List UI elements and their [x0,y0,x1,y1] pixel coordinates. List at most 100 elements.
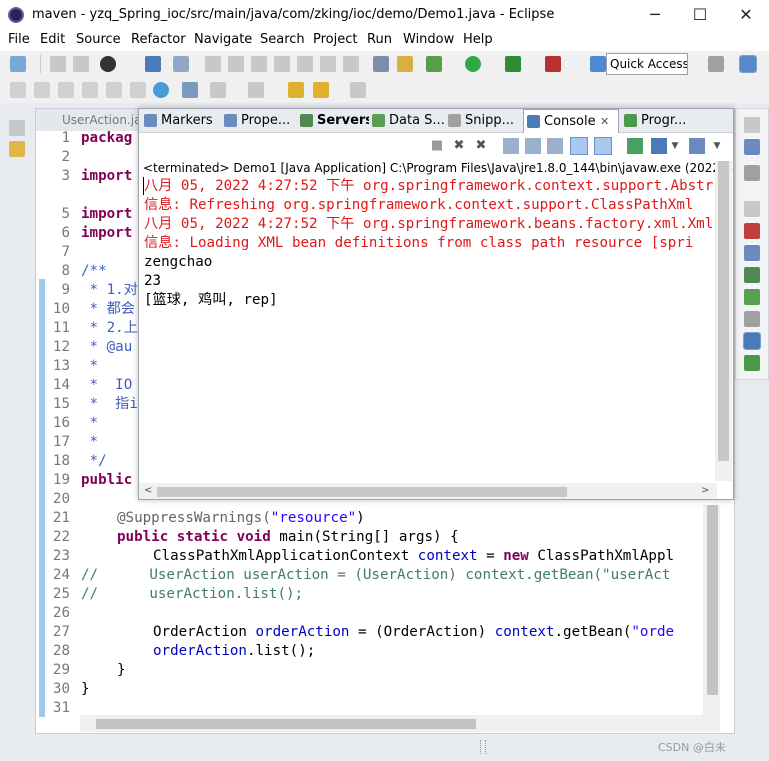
word-wrap-icon[interactable] [547,138,563,154]
use-step-filters-icon[interactable] [373,56,389,72]
chevron-down-icon[interactable]: ▼ [709,138,725,154]
java-ee-icon[interactable] [397,56,413,72]
open-console-icon[interactable] [689,138,705,154]
menu-help[interactable]: Help [463,32,493,47]
last-edit-icon[interactable] [288,82,304,98]
secondary-toolbar [0,77,769,103]
menu-refactor[interactable]: Refactor [131,32,186,47]
user-icon[interactable] [100,56,116,72]
edit-icon[interactable] [34,82,50,98]
scrollbar-thumb[interactable] [707,505,718,695]
run-icon[interactable] [465,56,481,72]
terminate-icon[interactable]: ■ [429,138,445,154]
tab-properties[interactable]: Prope... [221,109,297,133]
show-on-stdout-icon[interactable] [570,137,588,155]
markers-icon [144,114,157,127]
task-list-icon[interactable] [744,165,760,181]
java-ee-perspective-icon[interactable] [739,55,757,73]
chevron-right-icon[interactable]: > [701,485,709,496]
tab-servers[interactable]: Servers [297,109,369,133]
quick-access-field[interactable]: Quick Access [606,53,688,75]
previous-annotation-icon[interactable] [248,82,264,98]
terminal-icon[interactable] [145,56,161,72]
progress-icon[interactable] [744,355,760,371]
back-icon[interactable] [313,82,329,98]
remove-all-terminated-icon[interactable]: ✖ [473,138,489,154]
external-tools-icon[interactable] [545,56,561,72]
menu-window[interactable]: Window [403,32,454,47]
debug-icon[interactable] [426,56,442,72]
word-wrap-icon[interactable] [130,82,146,98]
pin-console-icon[interactable] [627,138,643,154]
menu-project[interactable]: Project [313,32,357,47]
clear-console-icon[interactable] [503,138,519,154]
new-icon[interactable] [10,56,26,72]
properties-icon[interactable] [744,245,760,261]
step-over-icon[interactable] [320,56,336,72]
pin-icon[interactable] [10,82,26,98]
restore-icon[interactable] [744,201,760,217]
tab-progress[interactable]: Progr... [621,109,701,133]
editor-tab-useraction[interactable]: UserAction.ja [36,109,138,131]
scrollbar-thumb[interactable] [718,161,729,461]
remove-launch-icon[interactable]: ✖ [451,138,467,154]
suspend-icon[interactable] [228,56,244,72]
block-selection-icon[interactable] [106,82,122,98]
resume-icon[interactable] [205,56,221,72]
tab-snippets[interactable]: Snipp... [445,109,523,133]
step-into-icon[interactable] [297,56,313,72]
console-vertical-scrollbar[interactable] [715,161,732,481]
scrollbar-thumb[interactable] [96,719,476,729]
open-perspective-icon[interactable] [708,56,724,72]
show-whitespace-icon[interactable] [82,82,98,98]
search-icon[interactable] [182,82,198,98]
menu-source[interactable]: Source [76,32,121,47]
globe-icon[interactable] [153,82,169,98]
toggle-mark-icon[interactable] [58,82,74,98]
restore-icon[interactable] [744,117,760,133]
menu-file[interactable]: File [8,32,30,47]
next-annotation-icon[interactable] [210,82,226,98]
step-return-icon[interactable] [343,56,359,72]
display-selected-console-icon[interactable] [651,138,667,154]
save-all-icon[interactable] [73,56,89,72]
tab-markers[interactable]: Markers [141,109,221,133]
chevron-left-icon[interactable]: < [144,485,152,496]
disconnect-icon[interactable] [274,56,290,72]
outline-icon[interactable] [744,139,760,155]
new-java-class-icon[interactable] [590,56,606,72]
editor-horizontal-scrollbar[interactable] [80,715,720,732]
resize-handle[interactable] [480,740,486,754]
chevron-down-icon[interactable]: ▼ [667,138,683,154]
coverage-icon[interactable] [505,56,521,72]
scrollbar-thumb[interactable] [157,487,567,497]
window-title: maven - yzq_Spring_ioc/src/main/java/com… [32,7,555,22]
terminate-icon[interactable] [251,56,267,72]
console-horizontal-scrollbar[interactable]: < > [139,483,717,499]
menu-run[interactable]: Run [367,32,392,47]
scroll-lock-icon[interactable] [525,138,541,154]
markers-icon[interactable] [744,223,760,239]
restore-icon[interactable] [9,120,25,136]
servers-icon[interactable] [744,267,760,283]
data-source-icon[interactable] [744,289,760,305]
snippets-icon[interactable] [744,311,760,327]
close-button[interactable]: ✕ [731,4,761,26]
menu-navigate[interactable]: Navigate [194,32,252,47]
tab-console[interactable]: Console ✕ [523,109,619,133]
menu-edit[interactable]: Edit [40,32,65,47]
minimize-button[interactable]: ─ [640,4,670,26]
forward-icon[interactable] [350,82,366,98]
tab-data-source[interactable]: Data S... [369,109,445,133]
console-output[interactable]: 八月 05, 2022 4:27:52 下午 org.springframewo… [144,177,714,477]
skip-breakpoints-icon[interactable] [173,56,189,72]
maximize-button[interactable]: ☐ [685,4,715,26]
save-icon[interactable] [50,56,66,72]
editor-vertical-scrollbar[interactable] [703,505,720,715]
package-explorer-icon[interactable] [9,141,25,157]
properties-icon [224,114,237,127]
menu-search[interactable]: Search [260,32,305,47]
show-on-stderr-icon[interactable] [594,137,612,155]
close-icon[interactable]: ✕ [600,110,609,133]
console-icon[interactable] [743,332,761,350]
